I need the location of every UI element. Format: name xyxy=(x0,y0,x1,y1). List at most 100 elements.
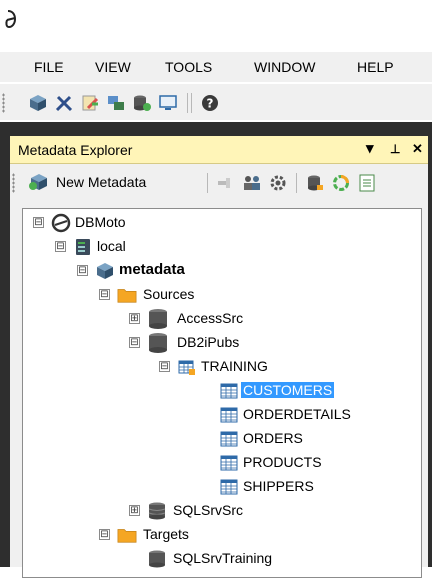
tree-node-accesssrc[interactable]: ⊞ AccessSrc xyxy=(23,307,413,331)
tree-node-dbmoto[interactable]: ⊟ DBMoto xyxy=(23,211,413,235)
collapse-toggle[interactable]: ⊟ xyxy=(77,265,88,276)
collapse-toggle[interactable]: ⊟ xyxy=(99,529,110,540)
new-cube-icon xyxy=(29,174,47,190)
pin-icon[interactable]: ⊥ xyxy=(390,142,400,156)
help-icon[interactable]: ? xyxy=(200,93,220,113)
tree-node-products[interactable]: PRODUCTS xyxy=(23,451,413,475)
menu-tools[interactable]: TOOLS xyxy=(165,59,212,75)
menu-tools-label: TOOLS xyxy=(165,59,213,75)
tree-node-label: Targets xyxy=(143,526,189,542)
collapse-toggle[interactable]: ⊟ xyxy=(129,337,140,348)
tree-node-label: TRAINING xyxy=(201,358,268,374)
refresh-icon[interactable] xyxy=(331,173,351,193)
tree-node-shippers[interactable]: SHIPPERS xyxy=(23,475,413,499)
collapse-toggle[interactable]: ⊟ xyxy=(55,241,66,252)
panel-toolbar-grip[interactable] xyxy=(12,173,15,193)
panel-header: Metadata Explorer ▾ ⊥ ✕ xyxy=(10,136,432,164)
database-icon xyxy=(149,309,167,329)
tools-icon[interactable] xyxy=(54,93,74,113)
main-toolbar: ? xyxy=(0,84,432,120)
tree-node-orderdetails[interactable]: ORDERDETAILS xyxy=(23,403,413,427)
collapse-toggle[interactable]: ⊟ xyxy=(159,361,170,372)
menu-help[interactable]: HELP xyxy=(357,59,394,75)
toolbar-separator xyxy=(187,93,188,113)
table-icon xyxy=(220,407,238,423)
users-icon[interactable] xyxy=(242,173,262,193)
folder-icon xyxy=(117,529,137,543)
tree-node-db2ipubs[interactable]: ⊟ DB2iPubs xyxy=(23,331,413,355)
menu-view-label: VIEW xyxy=(95,59,131,75)
tree-node-sqlsrvsrc[interactable]: ⊞ SQLSrvSrc xyxy=(23,499,413,523)
panel-title: Metadata Explorer xyxy=(18,142,133,158)
dbmoto-icon xyxy=(51,213,71,233)
folder-icon xyxy=(117,289,137,303)
tree-node-local[interactable]: ⊟ local xyxy=(23,235,413,259)
tree-node-label: AccessSrc xyxy=(177,310,244,326)
cube-icon[interactable] xyxy=(28,93,48,113)
metadata-tree[interactable]: ⊟ DBMoto ⊟ local ⊟ metadata ⊟ Sources ⊞ … xyxy=(22,208,422,578)
menu-help-label: HELP xyxy=(357,59,394,75)
menu-view[interactable]: VIEW xyxy=(95,59,131,75)
svg-text:?: ? xyxy=(207,97,214,111)
copy-icon[interactable] xyxy=(106,93,126,113)
tree-node-label: Sources xyxy=(143,286,195,302)
table-icon xyxy=(220,383,238,399)
tree-node-label: DBMoto xyxy=(75,214,126,230)
tree-node-sqlsrvtraining[interactable]: SQLSrvTraining xyxy=(23,547,413,571)
table-icon xyxy=(220,479,238,495)
panel-toolbar: New Metadata xyxy=(10,164,432,200)
database-icon xyxy=(149,550,165,568)
database-icon xyxy=(148,502,166,520)
table-icon xyxy=(220,431,238,447)
tree-node-orders[interactable]: ORDERS xyxy=(23,427,413,451)
tree-node-label: SQLSrvSrc xyxy=(173,502,244,518)
table-icon xyxy=(220,455,238,471)
new-metadata-button[interactable]: New Metadata xyxy=(20,168,190,196)
toolbar-separator xyxy=(191,93,192,113)
toolbar-grip[interactable] xyxy=(2,93,5,113)
title-bar xyxy=(0,0,432,44)
menu-window[interactable]: WINDOW xyxy=(254,59,315,75)
tree-node-targets[interactable]: ⊟ Targets xyxy=(23,523,413,547)
list-icon[interactable] xyxy=(357,173,377,193)
collapse-toggle[interactable]: ⊟ xyxy=(99,289,110,300)
metadata-explorer-panel: Metadata Explorer ▾ ⊥ ✕ New Metadata ⊟ D… xyxy=(10,136,432,578)
expand-toggle[interactable]: ⊞ xyxy=(129,313,140,324)
tree-node-label: ORDERDETAILS xyxy=(243,406,351,422)
panel-right-edge xyxy=(428,136,432,567)
tree-node-metadata[interactable]: ⊟ metadata xyxy=(23,259,413,283)
app-logo-icon xyxy=(5,10,17,29)
server-icon xyxy=(76,239,90,255)
gear-icon[interactable] xyxy=(268,173,288,193)
database-icon xyxy=(149,333,167,353)
panel-menu-dropdown[interactable]: ▾ xyxy=(366,139,374,157)
tree-node-label: SQLSrvTraining xyxy=(173,550,273,566)
tree-node-training[interactable]: ⊟ TRAINING xyxy=(23,355,413,379)
edit-icon[interactable] xyxy=(80,93,100,113)
tree-node-label: ORDERS xyxy=(243,430,303,446)
collapse-toggle[interactable]: ⊟ xyxy=(33,217,44,228)
tree-node-label: SHIPPERS xyxy=(243,478,314,494)
menu-file[interactable]: FILE xyxy=(34,59,64,75)
tree-node-label: PRODUCTS xyxy=(243,454,322,470)
tree-node-customers[interactable]: CUSTOMERS xyxy=(23,379,413,403)
tree-node-label: DB2iPubs xyxy=(177,334,240,350)
new-metadata-label: New Metadata xyxy=(56,174,147,190)
menu-bar: FILE VIEW TOOLS WINDOW HELP xyxy=(0,52,432,82)
menu-file-label: FILE xyxy=(34,59,64,75)
toolbar-separator xyxy=(296,173,297,193)
cube-icon xyxy=(97,263,113,279)
connect-icon[interactable] xyxy=(216,173,236,193)
close-icon[interactable]: ✕ xyxy=(412,141,423,157)
tree-node-label: local xyxy=(97,238,126,254)
schema-icon xyxy=(178,360,195,375)
tree-node-label: CUSTOMERS xyxy=(241,382,335,398)
expand-toggle[interactable]: ⊞ xyxy=(129,505,140,516)
database-add-icon[interactable] xyxy=(132,93,152,113)
tree-node-label: metadata xyxy=(119,261,185,278)
database-icon[interactable] xyxy=(305,173,325,193)
menu-window-label: WINDOW xyxy=(254,59,316,75)
toolbar-separator xyxy=(207,173,208,193)
monitor-icon[interactable] xyxy=(158,93,178,113)
tree-node-sources[interactable]: ⊟ Sources xyxy=(23,283,413,307)
